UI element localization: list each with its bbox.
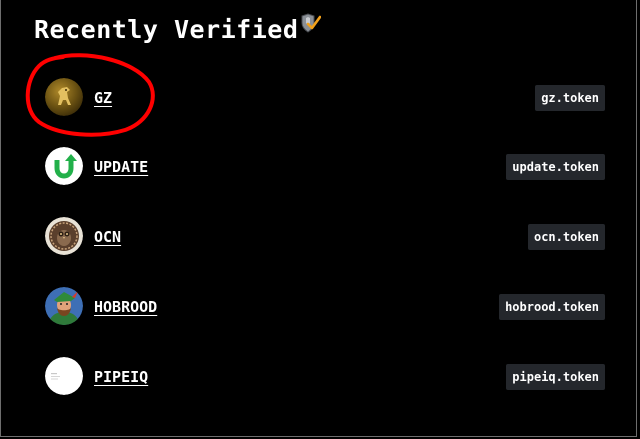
red-annotation-circle xyxy=(25,53,155,137)
token-account-badge: gz.token xyxy=(535,85,605,111)
owl-medallion-icon xyxy=(45,217,83,255)
section-title: Recently Verified xyxy=(34,15,299,44)
token-link-ocn[interactable]: OCN xyxy=(94,228,121,246)
token-account-badge: pipeiq.token xyxy=(506,364,605,390)
token-link-pipeiq[interactable]: PIPEIQ xyxy=(94,368,148,386)
token-link-hobrood[interactable]: HOBROOD xyxy=(94,298,157,316)
token-row-update[interactable]: UPDATE update.token xyxy=(45,147,605,187)
token-account-badge: ocn.token xyxy=(527,224,605,250)
token-account-badge: hobrood.token xyxy=(499,294,605,320)
green-u-arrow-icon xyxy=(45,147,83,185)
token-account-badge: update.token xyxy=(506,154,605,180)
recently-verified-panel: Recently Verified GZ gz.token UPDATE upd… xyxy=(0,0,637,437)
token-row-ocn[interactable]: OCN ocn.token xyxy=(45,217,605,257)
token-link-update[interactable]: UPDATE xyxy=(94,158,148,176)
robin-hood-portrait-icon xyxy=(45,287,83,325)
verified-shield-icon xyxy=(301,13,321,33)
white-document-icon xyxy=(45,357,83,395)
token-row-hobrood[interactable]: HOBROOD hobrood.token xyxy=(45,287,605,327)
token-row-pipeiq[interactable]: PIPEIQ pipeiq.token xyxy=(45,357,605,397)
